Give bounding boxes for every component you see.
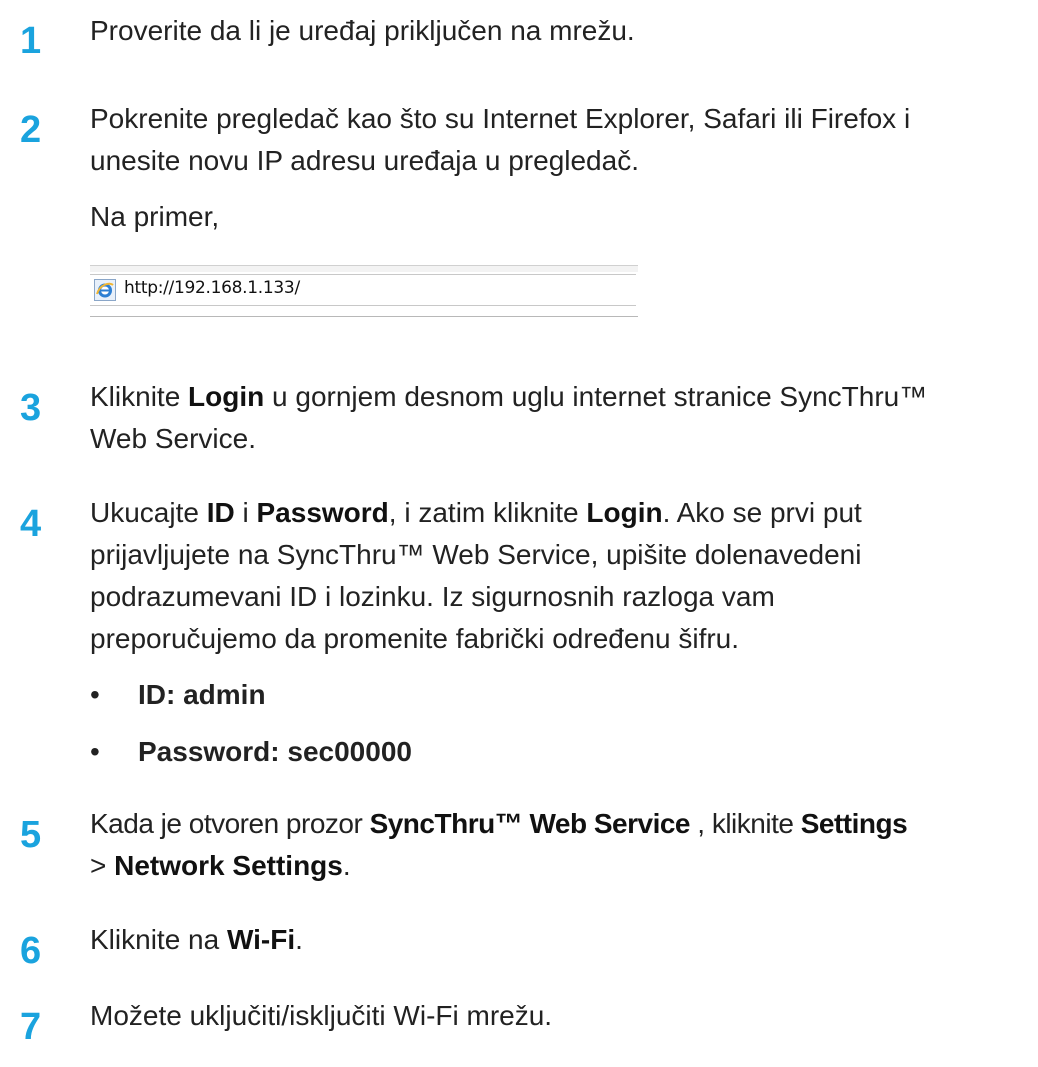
step-text-line: podrazumevani ID i lozinku. Iz sigurnosn… [90, 581, 775, 612]
text-run: Kliknite na [90, 924, 227, 955]
step-number: 1 [20, 20, 42, 62]
step-text: Možete uključiti/isključiti Wi-Fi mrežu. [90, 1000, 553, 1031]
bullet-item-id: • ID: admin [90, 674, 266, 716]
bullet-marker: • [90, 736, 100, 767]
step-text-line: Kliknite Login u gornjem desnom uglu int… [90, 376, 1035, 418]
text-run: . [295, 924, 303, 955]
text-run: Kliknite [90, 381, 189, 412]
step-number: 3 [20, 387, 42, 429]
step-number: 7 [20, 1006, 42, 1048]
step-text-line: preporučujemo da promenite fabrički odre… [90, 623, 740, 654]
bold-term-id: ID [206, 497, 235, 528]
bold-term-login: Login [586, 497, 663, 528]
example-label: Na primer, [90, 201, 220, 232]
text-run: Kada je otvoren prozor [90, 808, 370, 839]
text-run: u gornjem desnom uglu internet stranice … [264, 381, 928, 412]
step-number: 5 [20, 814, 42, 856]
bullet-text: Password: sec00000 [138, 736, 412, 767]
ie-browser-icon [94, 279, 116, 301]
bold-term-password: Password [256, 497, 389, 528]
step-text-line: Kada je otvoren prozor SyncThru™ Web Ser… [90, 803, 1035, 845]
text-run: i [234, 497, 257, 528]
text-run: > [90, 850, 115, 881]
text-run: Ukucajte [90, 497, 207, 528]
bullet-text: ID: admin [138, 679, 266, 710]
bold-term-syncthru: SyncThru™ Web Service [369, 808, 691, 839]
text-run: . Ako se prvi put [662, 497, 862, 528]
step-text-line: Web Service. [90, 423, 256, 454]
bullet-item-password: • Password: sec00000 [90, 731, 412, 773]
bold-term-network-settings: Network Settings [114, 850, 343, 881]
step-text-line: Pokrenite pregledač kao što su Internet … [90, 103, 911, 134]
bold-term-settings: Settings [800, 808, 908, 839]
step-text-line: Ukucajte ID i Password, i zatim kliknite… [90, 492, 1035, 534]
step-text: Proverite da li je uređaj priključen na … [90, 15, 635, 46]
browser-address-bar-image: http://192.168.1.133/ [90, 265, 638, 317]
step-number: 6 [20, 930, 42, 972]
step-number: 2 [20, 109, 42, 151]
address-field: http://192.168.1.133/ [90, 274, 636, 306]
step-text-line: unesite novu IP adresu uređaja u pregled… [90, 145, 639, 176]
step-number: 4 [20, 503, 42, 545]
text-run: . [342, 850, 351, 881]
text-run: , i zatim kliknite [388, 497, 587, 528]
bold-term-wifi: Wi-Fi [226, 924, 296, 955]
address-url: http://192.168.1.133/ [124, 278, 300, 298]
step-text-line: > Network Settings. [90, 845, 1035, 887]
step-text-line: Kliknite na Wi-Fi. [90, 919, 1035, 961]
text-run: , kliknite [690, 808, 801, 839]
bold-term-login: Login [188, 381, 265, 412]
bullet-marker: • [90, 679, 100, 710]
step-text-line: prijavljujete na SyncThru™ Web Service, … [90, 539, 862, 570]
